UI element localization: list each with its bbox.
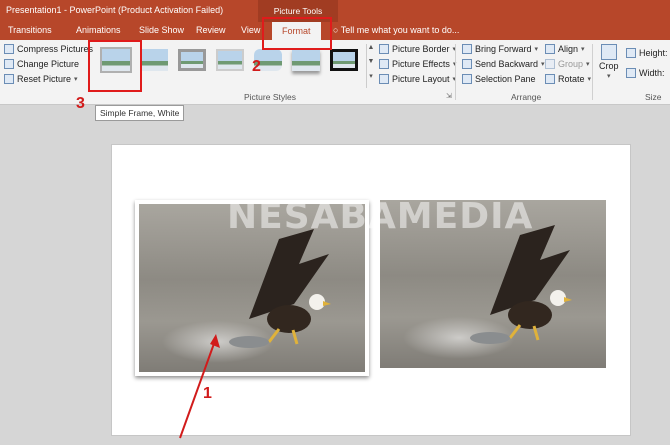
lightbulb-icon: ○: [333, 25, 339, 35]
width-icon: [626, 68, 636, 78]
style-option-3[interactable]: [178, 49, 206, 71]
width-field[interactable]: Width:: [626, 68, 665, 78]
tab-animations[interactable]: Animations: [76, 25, 121, 35]
tell-me-text: Tell me what you want to do...: [340, 25, 460, 35]
gallery-scroll[interactable]: ▲ ▼ ▾: [366, 44, 375, 88]
style-tooltip: Simple Frame, White: [95, 105, 185, 121]
style-option-6[interactable]: [292, 49, 320, 71]
bring-forward-label: Bring Forward: [475, 44, 532, 54]
tell-me-box[interactable]: ○ Tell me what you want to do...: [333, 25, 459, 35]
picture-effects-button[interactable]: Picture Effects▾: [379, 59, 456, 69]
tab-slide-show[interactable]: Slide Show: [139, 25, 184, 35]
height-icon: [626, 48, 636, 58]
dropdown-caret-icon: ▾: [534, 46, 539, 53]
gallery-more-icon[interactable]: ▾: [367, 72, 375, 86]
height-field[interactable]: Height:: [626, 48, 668, 58]
style-option-4[interactable]: [216, 49, 244, 71]
style-highlight: [88, 40, 142, 92]
align-icon: [545, 44, 555, 54]
rotate-label: Rotate: [558, 74, 585, 84]
crop-icon: [600, 44, 617, 60]
height-label: Height:: [639, 48, 668, 58]
size-group-label: Size: [645, 92, 662, 102]
style-option-2[interactable]: [140, 49, 168, 71]
crop-button[interactable]: Crop ▾: [599, 44, 619, 80]
align-button[interactable]: Align ▾: [545, 44, 585, 54]
send-backward-button[interactable]: Send Backward ▾: [462, 59, 545, 69]
rotate-icon: [545, 74, 555, 84]
compress-pictures-button[interactable]: Compress Pictures: [4, 44, 93, 54]
picture-layout-button[interactable]: Picture Layout▾: [379, 74, 456, 84]
annotation-1: 1: [203, 385, 212, 402]
compress-icon: [4, 44, 14, 54]
annotation-2: 2: [252, 58, 261, 75]
tab-view[interactable]: View: [241, 25, 260, 35]
scroll-down-icon[interactable]: ▼: [367, 58, 375, 72]
picture-border-button[interactable]: Picture Border▾: [379, 44, 456, 54]
change-picture-icon: [4, 59, 14, 69]
width-label: Width:: [639, 68, 665, 78]
group-icon: [545, 59, 555, 69]
style-option-7[interactable]: [330, 49, 358, 71]
ribbon-tabs: Transitions Animations Slide Show Review…: [0, 22, 670, 40]
separator: [455, 44, 456, 100]
group-label: Group: [558, 59, 584, 69]
border-icon: [379, 44, 389, 54]
dialog-launcher-icon[interactable]: ⇲: [446, 92, 452, 100]
tab-review[interactable]: Review: [196, 25, 226, 35]
dropdown-caret-icon: ▾: [607, 73, 611, 80]
picture-effects-label: Picture Effects: [392, 59, 450, 69]
selection-pane-icon: [462, 74, 472, 84]
reset-picture-button[interactable]: Reset Picture ▾: [4, 74, 78, 84]
group-button[interactable]: Group ▾: [545, 59, 590, 69]
picture-layout-label: Picture Layout: [392, 74, 450, 84]
crop-label: Crop: [599, 61, 619, 71]
red-arrow-icon: [179, 334, 220, 439]
watermark: NESABAMEDIA: [227, 196, 534, 237]
send-backward-label: Send Backward: [475, 59, 539, 69]
compress-pictures-label: Compress Pictures: [17, 44, 94, 54]
picture-border-label: Picture Border: [392, 44, 450, 54]
change-picture-label: Change Picture: [17, 59, 80, 69]
dropdown-caret-icon: ▾: [581, 46, 585, 53]
effects-icon: [379, 59, 389, 69]
arrange-group-label: Arrange: [511, 92, 542, 102]
picture-styles-group-label: Picture Styles: [244, 92, 296, 102]
eagle-image: [470, 225, 572, 344]
dropdown-caret-icon: ▾: [587, 76, 592, 83]
selection-pane-button[interactable]: Selection Pane: [462, 74, 536, 84]
scroll-up-icon[interactable]: ▲: [367, 44, 375, 58]
bring-forward-icon: [462, 44, 472, 54]
window-title: Presentation1 - PowerPoint (Product Acti…: [6, 5, 224, 15]
layout-icon: [379, 74, 389, 84]
change-picture-button[interactable]: Change Picture: [4, 59, 79, 69]
dropdown-caret-icon: ▾: [74, 76, 78, 83]
format-tab-highlight: [262, 17, 332, 50]
dropdown-caret-icon: ▾: [586, 61, 590, 68]
align-label: Align: [558, 44, 579, 54]
separator: [592, 44, 593, 100]
reset-picture-label: Reset Picture: [17, 74, 72, 84]
selection-pane-label: Selection Pane: [475, 74, 536, 84]
bring-forward-button[interactable]: Bring Forward ▾: [462, 44, 538, 54]
send-backward-icon: [462, 59, 472, 69]
rotate-button[interactable]: Rotate ▾: [545, 74, 591, 84]
reset-icon: [4, 74, 14, 84]
tab-transitions[interactable]: Transitions: [8, 25, 52, 35]
title-bar: Presentation1 - PowerPoint (Product Acti…: [0, 0, 670, 22]
eagle-image: [229, 229, 331, 348]
annotation-3: 3: [76, 95, 85, 112]
